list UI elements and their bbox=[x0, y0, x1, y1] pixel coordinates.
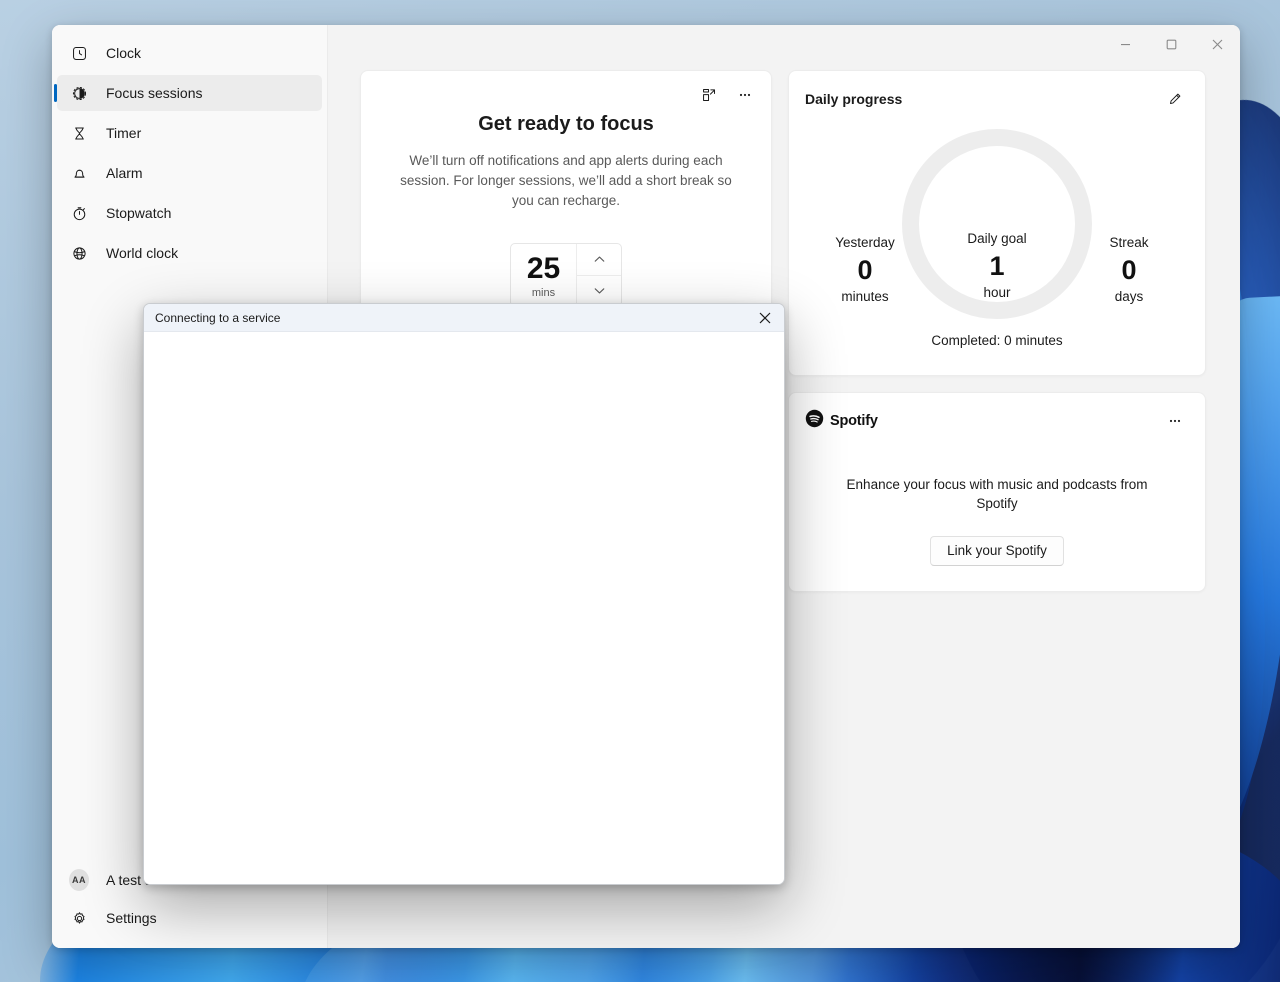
pop-out-icon[interactable] bbox=[695, 81, 723, 109]
stat-value: 0 bbox=[857, 255, 873, 285]
focus-card-title: Get ready to focus bbox=[478, 113, 654, 135]
sidebar-settings-label: Settings bbox=[106, 910, 157, 926]
gear-icon bbox=[69, 908, 89, 928]
close-button[interactable] bbox=[1194, 25, 1240, 63]
stat-value: 0 bbox=[1121, 255, 1137, 285]
stat-yesterday: Yesterday 0 minutes bbox=[805, 235, 925, 304]
spotify-card: Spotify Enhance your focus with music an… bbox=[788, 392, 1206, 592]
session-duration-value-box[interactable]: 25 mins bbox=[511, 244, 577, 306]
spotify-brand: Spotify bbox=[805, 409, 878, 433]
sidebar-item-label: Clock bbox=[106, 45, 142, 61]
avatar-initials: AA bbox=[69, 869, 89, 891]
sidebar-item-label: Alarm bbox=[106, 165, 143, 181]
connecting-to-service-dialog: Connecting to a service bbox=[143, 303, 785, 885]
dialog-body bbox=[144, 332, 784, 884]
sidebar-item-label: World clock bbox=[106, 245, 179, 261]
focus-sessions-icon bbox=[69, 83, 89, 103]
session-duration-stepper[interactable]: 25 mins bbox=[510, 243, 622, 307]
session-duration-value: 25 bbox=[526, 252, 561, 285]
sidebar-item-clock[interactable]: Clock bbox=[57, 35, 322, 71]
stat-value: 1 bbox=[989, 251, 1005, 281]
daily-progress-card: Daily progress Yesterday 0 minutes Daily… bbox=[788, 70, 1206, 376]
spotify-button-row: Link your Spotify bbox=[805, 536, 1189, 566]
sidebar-item-label: Timer bbox=[106, 125, 142, 141]
chevron-down-icon[interactable] bbox=[577, 276, 621, 307]
dialog-titlebar[interactable]: Connecting to a service bbox=[144, 304, 784, 332]
session-duration-unit: mins bbox=[531, 287, 556, 299]
window-controls bbox=[1102, 25, 1240, 63]
stat-unit: hour bbox=[983, 285, 1011, 300]
spotify-more-options-button[interactable] bbox=[1161, 407, 1189, 435]
sidebar-item-label: Focus sessions bbox=[106, 85, 203, 101]
spotify-description: Enhance your focus with music and podcas… bbox=[846, 477, 1148, 511]
focus-card-description: We’ll turn off notifications and app ale… bbox=[400, 153, 732, 208]
stat-unit: minutes bbox=[841, 289, 889, 304]
page-title: Daily progress bbox=[805, 91, 903, 107]
avatar: AA bbox=[69, 869, 89, 891]
completed-status-text: Completed: 0 minutes bbox=[931, 333, 1063, 348]
spotify-card-header: Spotify bbox=[805, 407, 1189, 435]
stat-label: Yesterday bbox=[835, 235, 895, 250]
timer-hourglass-icon bbox=[69, 123, 89, 143]
spotify-logo-icon bbox=[805, 409, 824, 433]
stat-streak: Streak 0 days bbox=[1069, 235, 1189, 304]
globe-icon bbox=[69, 243, 89, 263]
minimize-button[interactable] bbox=[1102, 25, 1148, 63]
clock-icon bbox=[69, 43, 89, 63]
stat-label: Streak bbox=[1109, 235, 1149, 250]
pencil-edit-icon[interactable] bbox=[1161, 85, 1189, 113]
sidebar-item-alarm[interactable]: Alarm bbox=[57, 155, 322, 191]
daily-progress-body: Yesterday 0 minutes Daily goal 1 hour St… bbox=[805, 127, 1189, 357]
sidebar-item-stopwatch[interactable]: Stopwatch bbox=[57, 195, 322, 231]
stat-daily-goal: Daily goal 1 hour bbox=[927, 231, 1067, 300]
stopwatch-icon bbox=[69, 203, 89, 223]
maximize-button[interactable] bbox=[1148, 25, 1194, 63]
more-options-button[interactable] bbox=[731, 81, 759, 109]
dialog-title: Connecting to a service bbox=[155, 310, 281, 325]
sidebar-item-timer[interactable]: Timer bbox=[57, 115, 322, 151]
session-duration-buttons bbox=[577, 244, 621, 306]
link-spotify-button[interactable]: Link your Spotify bbox=[930, 536, 1064, 566]
sidebar-item-world-clock[interactable]: World clock bbox=[57, 235, 322, 271]
alarm-bell-icon bbox=[69, 163, 89, 183]
chevron-up-icon[interactable] bbox=[577, 244, 621, 276]
spotify-brand-label: Spotify bbox=[830, 413, 878, 429]
sidebar-item-focus-sessions[interactable]: Focus sessions bbox=[54, 75, 322, 111]
desktop-background: Clock Focus sessions Timer Alarm Stopwat… bbox=[0, 0, 1280, 982]
daily-progress-header: Daily progress bbox=[805, 85, 1189, 113]
focus-card-actions bbox=[695, 81, 759, 109]
stat-unit: days bbox=[1114, 289, 1144, 304]
sidebar-item-settings[interactable]: Settings bbox=[57, 900, 322, 936]
sidebar-item-label: Stopwatch bbox=[106, 205, 172, 221]
stat-label: Daily goal bbox=[967, 231, 1027, 246]
dialog-close-icon[interactable] bbox=[746, 304, 784, 332]
right-column: Daily progress Yesterday 0 minutes Daily… bbox=[788, 70, 1206, 592]
